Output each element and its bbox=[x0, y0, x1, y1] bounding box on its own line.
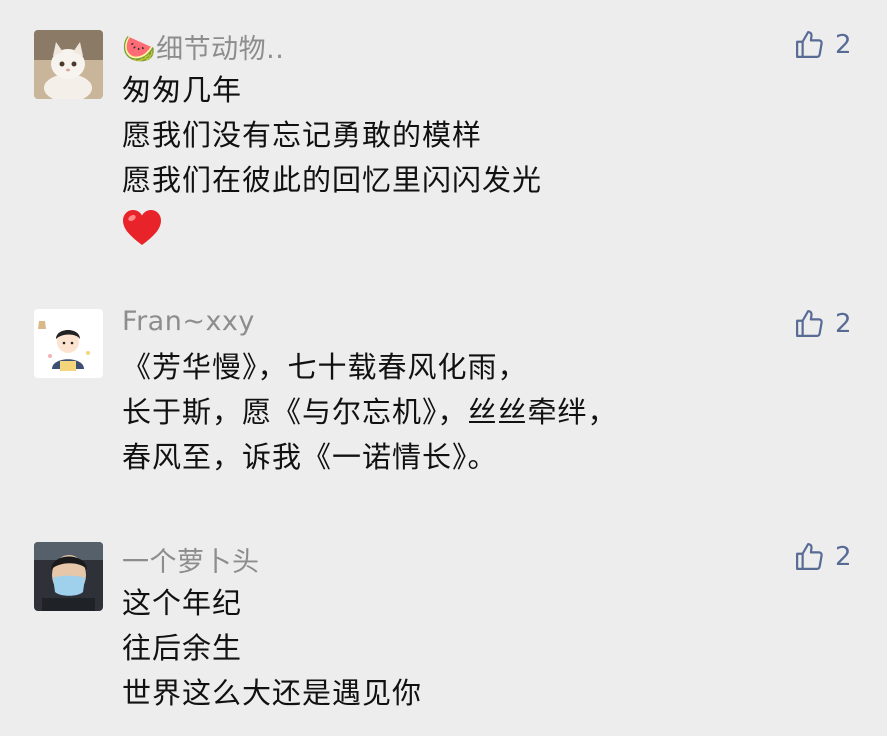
comment-line: 这个年纪 bbox=[122, 586, 243, 620]
like-count: 2 bbox=[835, 308, 852, 339]
username[interactable]: 一个萝卜头 bbox=[122, 540, 260, 579]
comment-body: 匆匆几年 愿我们没有忘记勇敢的模样 愿我们在彼此的回忆里闪闪发光 bbox=[122, 68, 542, 247]
like-button[interactable]: 2 bbox=[793, 540, 852, 573]
username[interactable]: 🍉细节动物.. bbox=[122, 27, 284, 66]
comment-line: 世界这么大还是遇见你 bbox=[122, 676, 423, 710]
avatar[interactable] bbox=[34, 30, 103, 99]
avatar[interactable] bbox=[34, 542, 103, 611]
watermelon-icon: 🍉 bbox=[122, 34, 157, 65]
like-button[interactable]: 2 bbox=[793, 307, 852, 340]
comment-line: 愿我们没有忘记勇敢的模样 bbox=[122, 118, 483, 152]
cartoon-boy-avatar-image bbox=[34, 309, 103, 378]
thumbs-up-icon bbox=[796, 31, 823, 58]
comment-line: 往后余生 bbox=[122, 631, 243, 665]
masked-person-avatar-image bbox=[34, 542, 103, 611]
comment-line: 愿我们在彼此的回忆里闪闪发光 bbox=[122, 163, 543, 197]
heart-icon bbox=[123, 210, 161, 245]
thumbs-up-icon bbox=[796, 543, 823, 570]
comment-line: 匆匆几年 bbox=[122, 73, 243, 107]
username[interactable]: Fran~xxy bbox=[122, 306, 255, 337]
comment-body: 《芳华慢》，七十载春风化雨， 长于斯，愿《与尔忘机》，丝丝牵绊， 春风至，诉我《… bbox=[122, 345, 618, 480]
comment-line: 春风至，诉我《一诺情长》。 bbox=[122, 440, 498, 474]
like-count: 2 bbox=[835, 541, 852, 572]
avatar[interactable] bbox=[34, 309, 103, 378]
like-button[interactable]: 2 bbox=[793, 28, 852, 61]
like-count: 2 bbox=[835, 29, 852, 60]
cat-avatar-image bbox=[34, 30, 103, 99]
comment-body: 这个年纪 往后余生 世界这么大还是遇见你 bbox=[122, 581, 422, 716]
comment-line: 《芳华慢》，七十载春风化雨， bbox=[122, 350, 528, 384]
thumbs-up-icon bbox=[796, 310, 823, 337]
comment-line: 长于斯，愿《与尔忘机》，丝丝牵绊， bbox=[122, 395, 618, 429]
